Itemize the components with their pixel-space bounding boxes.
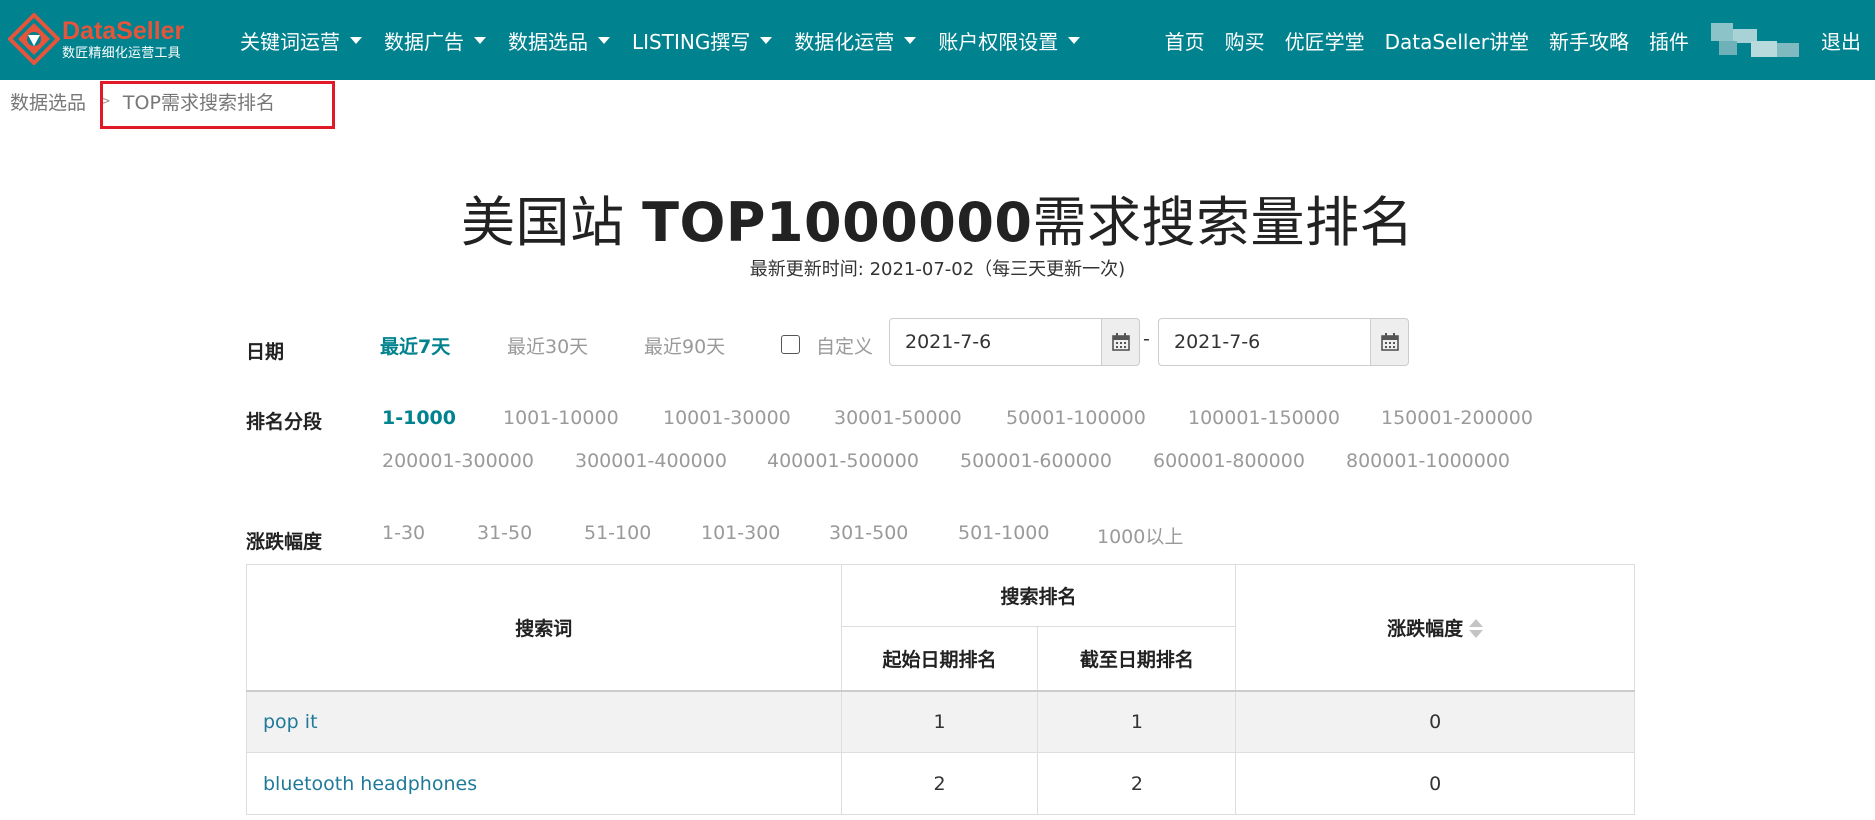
change-range-label: 涨跌幅度 [246, 531, 323, 553]
caret-down-icon [350, 36, 362, 44]
custom-date-checkbox[interactable] [781, 335, 800, 354]
rank-segment-option[interactable]: 500001-600000 [960, 450, 1112, 472]
menu-data-ads[interactable]: 数据广告 [384, 26, 486, 55]
start-rank-cell: 2 [840, 752, 1039, 815]
table-row: pop it 1 1 0 [246, 690, 1635, 753]
calendar-icon [1111, 333, 1130, 351]
table-row: bluetooth headphones 2 2 0 [246, 752, 1635, 815]
rank-segment-option[interactable]: 10001-30000 [663, 407, 791, 429]
rank-segment-option[interactable]: 50001-100000 [1006, 407, 1146, 429]
col-header-change[interactable]: 涨跌幅度 [1235, 564, 1635, 691]
change-range-option[interactable]: 31-50 [477, 522, 532, 544]
col-header-search-rank: 搜索排名 [840, 564, 1237, 627]
end-date-input[interactable]: 2021-7-6 [1158, 318, 1371, 366]
nav-home[interactable]: 首页 [1165, 26, 1205, 55]
date-filter-label: 日期 [246, 341, 285, 363]
rank-segment-option[interactable]: 200001-300000 [382, 450, 534, 472]
change-range-option[interactable]: 1000以上 [1097, 522, 1183, 549]
calendar-icon [1380, 333, 1399, 351]
end-rank-cell: 1 [1037, 690, 1237, 753]
rank-segment-option[interactable]: 400001-500000 [767, 450, 919, 472]
breadcrumb-parent[interactable]: 数据选品 [10, 88, 86, 115]
logo[interactable]: DataSeller 数匠精细化运营工具 [8, 10, 193, 68]
logout-link[interactable]: 退出 [1821, 26, 1861, 55]
change-cell: 0 [1235, 752, 1635, 815]
top-navbar: DataSeller 数匠精细化运营工具 关键词运营 数据广告 数据选品 LIS… [0, 0, 1875, 80]
keyword-link[interactable]: pop it [246, 690, 842, 753]
end-rank-cell: 2 [1037, 752, 1237, 815]
nav-lectures[interactable]: DataSeller讲堂 [1385, 26, 1529, 55]
col-header-keyword: 搜索词 [246, 564, 842, 691]
change-range-option[interactable]: 101-300 [701, 522, 780, 544]
end-date-calendar-button[interactable] [1371, 318, 1409, 366]
start-rank-cell: 1 [840, 690, 1039, 753]
sort-icon[interactable] [1469, 618, 1484, 640]
col-header-start-rank: 起始日期排名 [840, 626, 1039, 691]
caret-down-icon [760, 36, 773, 44]
change-range-option[interactable]: 51-100 [584, 522, 651, 544]
caret-down-icon [598, 36, 610, 44]
caret-down-icon [474, 36, 486, 44]
start-date-input[interactable]: 2021-7-6 [889, 318, 1102, 366]
nav-academy[interactable]: 优匠学堂 [1285, 26, 1365, 55]
logo-title: DataSeller [62, 16, 185, 45]
date-option-30d[interactable]: 最近30天 [507, 332, 588, 359]
nav-beginner-guide[interactable]: 新手攻略 [1549, 26, 1629, 55]
caret-down-icon [904, 36, 917, 44]
update-time-text: 最新更新时间: 2021-07-02（每三天更新一次) [749, 259, 1126, 280]
start-date-calendar-button[interactable] [1102, 318, 1140, 366]
logo-subtitle: 数匠精细化运营工具 [62, 45, 181, 61]
change-range-option[interactable]: 301-500 [829, 522, 908, 544]
user-account-blurred[interactable] [1711, 21, 1801, 59]
rank-segment-label: 排名分段 [246, 411, 323, 433]
nav-plugin[interactable]: 插件 [1649, 26, 1689, 55]
menu-product-selection[interactable]: 数据选品 [508, 26, 610, 55]
rank-segment-option[interactable]: 30001-50000 [834, 407, 962, 429]
ranking-table: 搜索词 搜索排名 涨跌幅度 起始日期排名 截至日期排名 pop it 1 1 0… [246, 564, 1635, 815]
col-header-end-rank: 截至日期排名 [1037, 626, 1237, 691]
date-option-7d[interactable]: 最近7天 [380, 332, 450, 359]
rank-segment-option[interactable]: 800001-1000000 [1346, 450, 1510, 472]
rank-segment-option[interactable]: 100001-150000 [1188, 407, 1340, 429]
date-range-separator: - [1143, 328, 1150, 350]
highlight-annotation-box [100, 81, 335, 129]
rank-segment-option[interactable]: 300001-400000 [575, 450, 727, 472]
menu-account-permissions[interactable]: 账户权限设置 [938, 26, 1081, 55]
date-option-90d[interactable]: 最近90天 [644, 332, 725, 359]
page-title: 美国站 TOP1000000需求搜索量排名 [460, 191, 1414, 254]
change-cell: 0 [1235, 690, 1635, 753]
rank-segment-option[interactable]: 1001-10000 [503, 407, 619, 429]
menu-listing-writing[interactable]: LISTING撰写 [632, 26, 773, 55]
custom-date-label[interactable]: 自定义 [816, 332, 873, 359]
logo-icon [8, 13, 60, 65]
menu-keyword-ops[interactable]: 关键词运营 [240, 26, 362, 55]
main-menu: 关键词运营 数据广告 数据选品 LISTING撰写 数据化运营 账户权限设置 [240, 0, 1102, 80]
rank-segment-option[interactable]: 150001-200000 [1381, 407, 1533, 429]
caret-down-icon [1068, 36, 1081, 44]
menu-data-ops[interactable]: 数据化运营 [794, 26, 917, 55]
change-range-option[interactable]: 1-30 [382, 522, 425, 544]
keyword-link[interactable]: bluetooth headphones [246, 752, 842, 815]
right-nav: 首页 购买 优匠学堂 DataSeller讲堂 新手攻略 插件 退出 [1145, 0, 1875, 80]
rank-segment-option[interactable]: 1-1000 [382, 407, 456, 429]
change-range-option[interactable]: 501-1000 [958, 522, 1049, 544]
rank-segment-option[interactable]: 600001-800000 [1153, 450, 1305, 472]
nav-buy[interactable]: 购买 [1225, 26, 1265, 55]
